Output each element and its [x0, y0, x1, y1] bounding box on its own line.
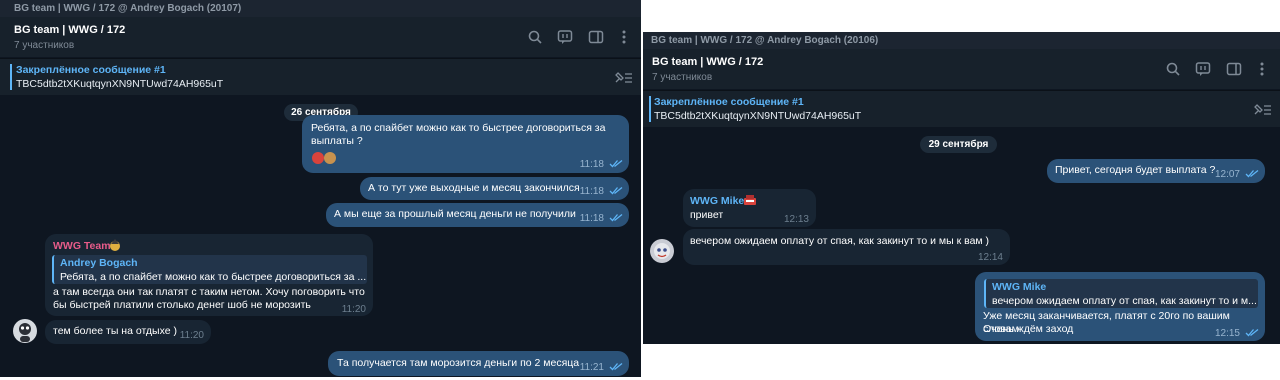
reaction-avatar[interactable] — [324, 152, 336, 164]
quote-author: WWG Mike — [992, 281, 1047, 293]
message-text: А то тут уже выходные и месяц закончился — [368, 182, 580, 194]
double-check-icon — [609, 213, 623, 222]
message-text-line: Ребята, а по спайбет можно как то быстре… — [311, 122, 606, 134]
chat-member-count: 7 участников — [14, 40, 75, 51]
avatar[interactable] — [650, 239, 674, 263]
message-time: 11:18 — [579, 159, 604, 170]
search-icon[interactable] — [527, 29, 543, 45]
pinned-message-bar[interactable]: Закреплённое сообщение #1 TBC5dtb2tXKuqt… — [0, 58, 641, 95]
message-bubble[interactable]: Привет, сегодня будет выплата ? 12:07 — [1047, 159, 1265, 183]
comments-icon[interactable] — [557, 29, 573, 45]
message-bubble[interactable]: Ребята, а по спайбет можно как то быстре… — [302, 115, 629, 173]
message-text-line: выплаты ? — [311, 135, 363, 147]
chat-header[interactable]: BG team | WWG / 172 7 участников — [0, 17, 641, 57]
pinned-title: Закреплённое сообщение #1 — [16, 64, 166, 76]
search-icon[interactable] — [1165, 61, 1181, 77]
sender-emoji-icon — [110, 239, 120, 251]
reply-quote[interactable]: Andrey Bogach Ребята, а по спайбет можно… — [52, 255, 367, 284]
more-icon[interactable] — [616, 29, 632, 45]
quote-text: вечером ожидаем оплату от спая, как заки… — [992, 295, 1257, 307]
message-bubble[interactable]: А мы еще за прошлый месяц деньги не полу… — [326, 203, 629, 227]
message-time: 11:18 — [579, 213, 604, 224]
pinned-text: TBC5dtb2tXKuqtqynXN9NTUwd74AH965uT — [654, 110, 862, 122]
message-time: 12:13 — [783, 214, 809, 225]
message-bubble[interactable]: А то тут уже выходные и месяц закончился… — [360, 177, 629, 200]
message-time: 11:20 — [179, 330, 204, 341]
window-titlebar: BG team | WWG / 172 @ Andrey Bogach (201… — [0, 0, 641, 17]
date-separator: 29 сентября — [920, 136, 997, 153]
quote-author: Andrey Bogach — [60, 257, 138, 269]
pinned-message-bar[interactable]: Закреплённое сообщение #1 TBC5dtb2tXKuqt… — [643, 90, 1280, 127]
chat-member-count: 7 участников — [652, 72, 713, 83]
double-check-icon — [1245, 328, 1259, 337]
sidebar-icon[interactable] — [1226, 61, 1242, 77]
avatar[interactable] — [13, 319, 37, 343]
reaction-emoji[interactable] — [312, 152, 324, 164]
message-bubble[interactable]: WWG Mike привет 12:13 — [683, 189, 816, 227]
message-text: вечером ожидаем оплату от спая, как заки… — [690, 235, 990, 247]
message-time: 11:18 — [579, 186, 604, 197]
message-bubble[interactable]: WWG Team Andrey Bogach Ребята, а по спай… — [45, 234, 373, 316]
message-text: А мы еще за прошлый месяц деньги не полу… — [334, 208, 576, 220]
sidebar-icon[interactable] — [588, 29, 604, 45]
pinned-accent-bar — [10, 64, 12, 90]
message-time: 12:15 — [1214, 328, 1240, 339]
pinned-accent-bar — [649, 96, 651, 122]
message-time: 11:21 — [579, 362, 604, 373]
message-time: 11:20 — [341, 304, 366, 315]
chat-header[interactable]: BG team | WWG / 172 7 участников — [643, 49, 1280, 89]
quote-text: Ребята, а по спайбет можно как то быстре… — [60, 271, 367, 283]
reply-quote[interactable]: WWG Mike вечером ожидаем оплату от спая,… — [984, 279, 1258, 308]
message-bubble[interactable]: тем более ты на отдыхе ) 11:20 — [45, 320, 211, 344]
message-time: 12:14 — [977, 252, 1003, 263]
message-bubble[interactable]: Та получается там морозится деньги по 2 … — [328, 351, 629, 376]
sender-name[interactable]: WWG Mike — [690, 195, 744, 208]
pin-list-icon[interactable] — [613, 69, 633, 85]
chat-window-left: BG team | WWG / 172 @ Andrey Bogach (201… — [0, 0, 641, 377]
window-titlebar: BG team | WWG / 172 @ Andrey Bogach (201… — [643, 32, 1280, 49]
double-check-icon — [609, 186, 623, 195]
sender-emoji-icon — [744, 195, 756, 205]
chat-title[interactable]: BG team | WWG / 172 — [14, 24, 125, 36]
message-bubble[interactable]: WWG Mike вечером ожидаем оплату от спая,… — [975, 272, 1265, 341]
pinned-title: Закреплённое сообщение #1 — [654, 96, 804, 108]
message-time: 12:07 — [1214, 169, 1240, 180]
more-icon[interactable] — [1254, 61, 1270, 77]
message-text: Та получается там морозится деньги по 2 … — [337, 357, 580, 369]
message-text-line: бы быстрей платили столько денег шоб не … — [53, 299, 311, 311]
comments-icon[interactable] — [1195, 61, 1211, 77]
message-text: тем более ты на отдыхе ) — [53, 325, 177, 337]
message-text-line: а там всегда они так платят с таким нето… — [53, 286, 365, 298]
double-check-icon — [1245, 169, 1259, 178]
double-check-icon — [609, 362, 623, 371]
chat-window-right: BG team | WWG / 172 @ Andrey Bogach (201… — [643, 32, 1280, 344]
pin-list-icon[interactable] — [1252, 101, 1272, 117]
message-bubble[interactable]: вечером ожидаем оплату от спая, как заки… — [683, 229, 1010, 265]
message-text: привет — [690, 209, 724, 221]
sender-name[interactable]: WWG Team — [53, 240, 111, 253]
double-check-icon — [609, 159, 623, 168]
chat-title[interactable]: BG team | WWG / 172 — [652, 56, 763, 68]
pinned-text: TBC5dtb2tXKuqtqynXN9NTUwd74AH965uT — [16, 78, 224, 90]
message-text: Привет, сегодня будет выплата ? — [1055, 164, 1216, 176]
message-text-line: Очень ждём заход — [983, 323, 1074, 335]
